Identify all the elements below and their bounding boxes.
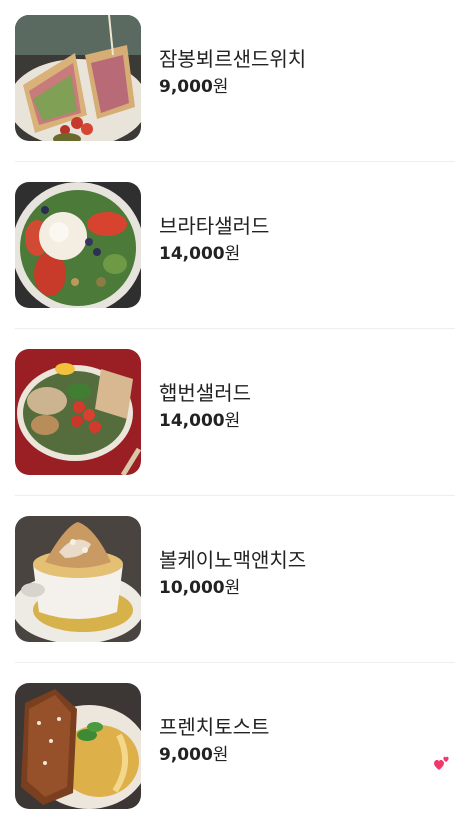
price-value: 10,000 <box>159 578 225 598</box>
french-toast-photo <box>15 683 141 809</box>
burrata-salad-photo <box>15 182 141 308</box>
sandwich-photo <box>15 15 141 141</box>
price-value: 14,000 <box>159 411 225 431</box>
menu-item-info: 잠봉뵈르샌드위치 9,000원 <box>159 45 306 99</box>
menu-item-name: 잠봉뵈르샌드위치 <box>159 47 307 71</box>
price-unit: 원 <box>224 578 241 598</box>
menu-item-name: 햅번샐러드 <box>159 381 251 405</box>
menu-item-sandwich[interactable]: 잠봉뵈르샌드위치 9,000원 <box>15 15 455 141</box>
menu-item-info: 햅번샐러드 14,000원 <box>159 379 251 433</box>
menu-item-price: 9,000원 <box>159 743 269 767</box>
price-value: 9,000 <box>159 745 213 765</box>
menu-item-info: 볼케이노맥앤치즈 10,000원 <box>159 546 306 600</box>
divider <box>15 662 455 663</box>
menu-item-price: 9,000원 <box>159 75 306 99</box>
menu-item-volcano-mac-and-cheese[interactable]: 볼케이노맥앤치즈 10,000원 <box>15 516 455 642</box>
divider <box>15 495 455 496</box>
menu-item-hepburn-salad[interactable]: 햅번샐러드 14,000원 <box>15 349 455 475</box>
divider <box>15 328 455 329</box>
menu-item-french-toast[interactable]: 프렌치토스트 9,000원 <box>15 683 455 809</box>
menu-item-name: 프렌치토스트 <box>159 715 270 739</box>
price-value: 14,000 <box>159 244 225 264</box>
price-unit: 원 <box>212 745 229 765</box>
menu-item-info: 브라타샐러드 14,000원 <box>159 212 269 266</box>
price-unit: 원 <box>212 77 229 97</box>
menu-item-price: 10,000원 <box>159 576 306 600</box>
price-unit: 원 <box>224 411 241 431</box>
menu-item-price: 14,000원 <box>159 242 269 266</box>
hearts-icon[interactable] <box>432 754 452 774</box>
price-value: 9,000 <box>159 77 213 97</box>
menu-item-info: 프렌치토스트 9,000원 <box>159 713 269 767</box>
menu-item-price: 14,000원 <box>159 409 251 433</box>
menu-item-burrata-salad[interactable]: 브라타샐러드 14,000원 <box>15 182 455 308</box>
volcano-mac-and-cheese-photo <box>15 516 141 642</box>
menu-item-name: 볼케이노맥앤치즈 <box>159 548 307 572</box>
menu-item-name: 브라타샐러드 <box>159 214 270 238</box>
hepburn-salad-photo <box>15 349 141 475</box>
divider <box>15 161 455 162</box>
price-unit: 원 <box>224 244 241 264</box>
